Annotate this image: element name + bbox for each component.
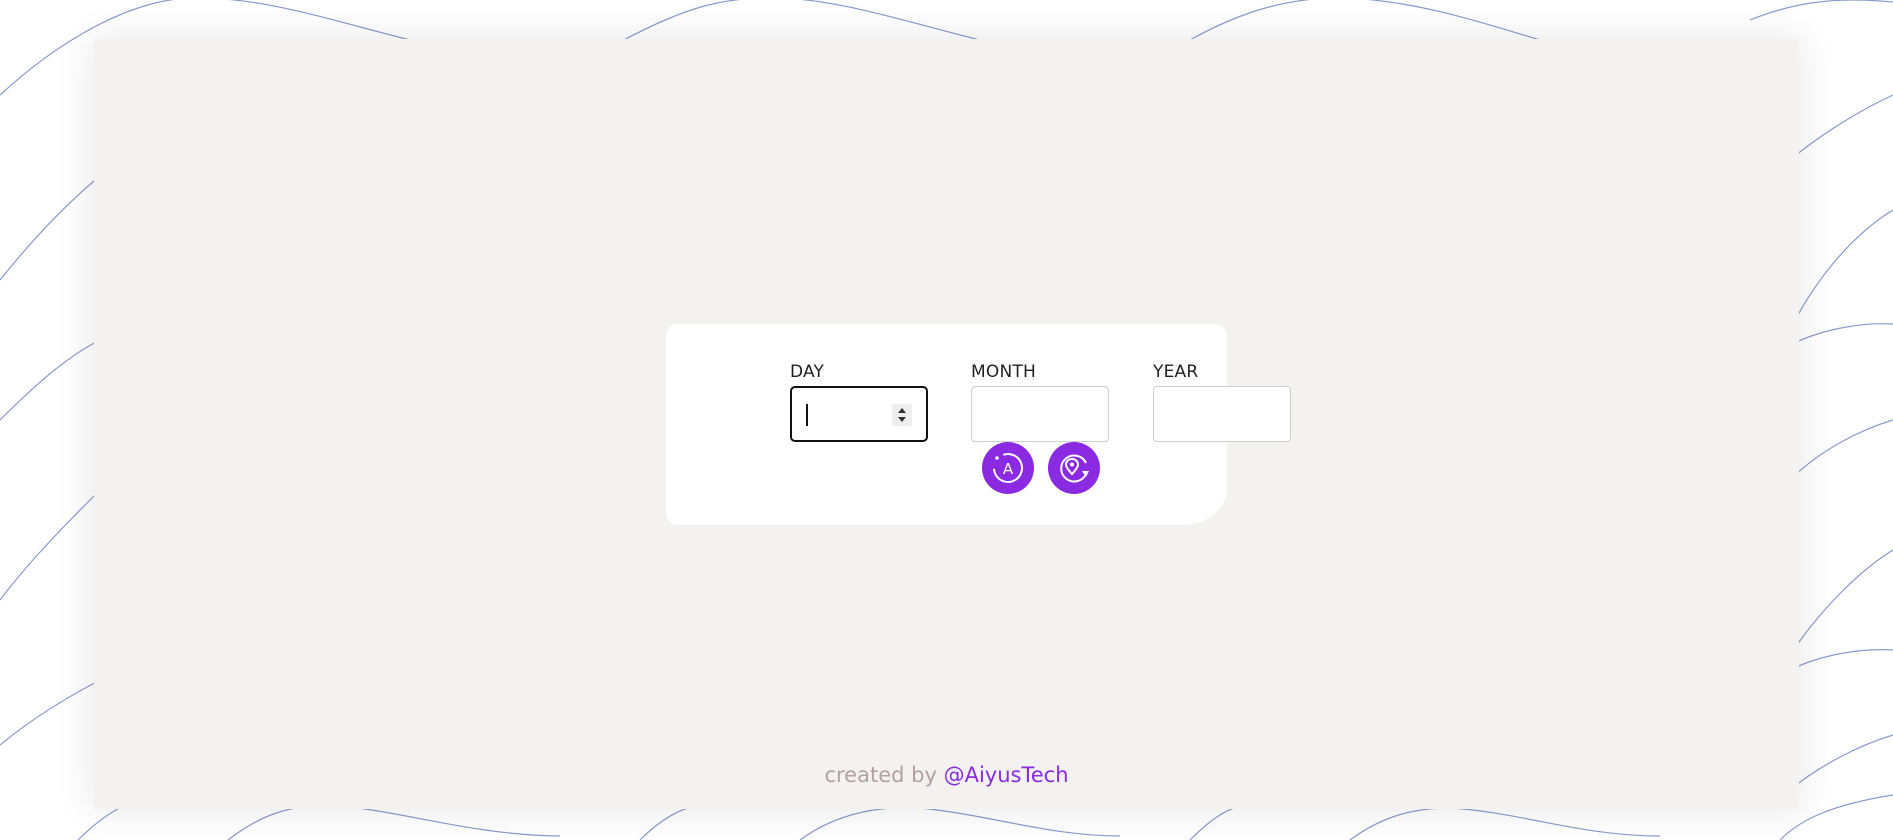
month-label: MONTH — [971, 362, 1036, 382]
location-refresh-button[interactable] — [1048, 442, 1100, 494]
spinner-arrows-icon — [898, 408, 906, 422]
svg-text:A: A — [1003, 460, 1014, 478]
month-field: MONTH — [971, 362, 1109, 442]
day-field: DAY — [790, 362, 928, 442]
number-spinner[interactable] — [892, 404, 912, 426]
credit-prefix: created by — [824, 763, 937, 787]
year-input[interactable] — [1153, 386, 1291, 442]
month-input[interactable] — [971, 386, 1109, 442]
auto-refresh-button[interactable]: A — [982, 442, 1034, 494]
day-input[interactable] — [790, 386, 928, 442]
text-caret — [806, 404, 808, 426]
day-label: DAY — [790, 362, 825, 382]
date-card: DAY MONTH YEAR A — [666, 324, 1291, 525]
footer-credit: created by @AiyusTech — [94, 763, 1799, 787]
main-panel: DAY MONTH YEAR A created by @AiyusTech — [94, 39, 1799, 809]
author-link[interactable]: @AiyusTech — [944, 763, 1069, 787]
auto-refresh-icon: A — [993, 453, 1023, 483]
location-refresh-icon — [1060, 454, 1089, 483]
year-field: YEAR — [1153, 362, 1291, 442]
year-label: YEAR — [1153, 362, 1199, 382]
